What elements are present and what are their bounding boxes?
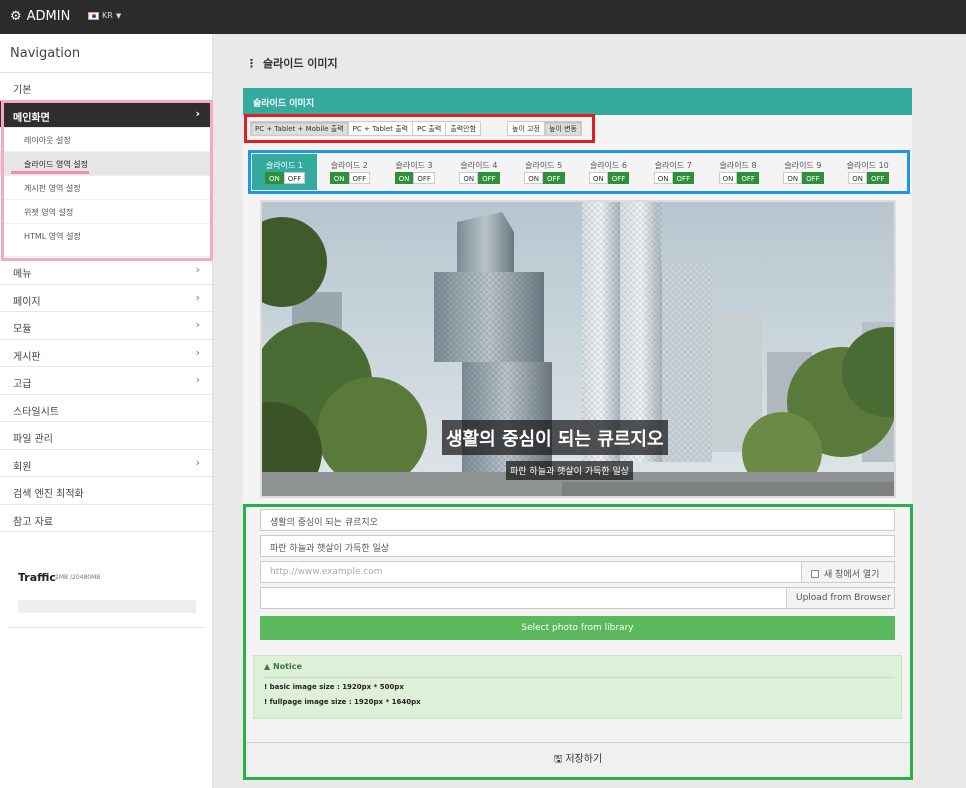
slide-caption-subtitle: 파란 하늘과 햇살이 가득한 일상 (506, 461, 634, 480)
select-photo-button[interactable]: Select photo from library (260, 616, 895, 640)
page-title: ⋮ 슬라이드 이미지 (246, 55, 338, 71)
sidebar-item-page[interactable]: 페이지 › (0, 285, 212, 312)
sidebar-item-label: 모듈 (13, 324, 32, 335)
language-selector[interactable]: KR ▼ (88, 11, 121, 20)
sidebar-item-main[interactable]: 메인화면 › (0, 100, 212, 128)
sidebar-item-stylesheet[interactable]: 스타일시트 (0, 395, 212, 422)
upload-button[interactable]: Upload from Browser (786, 587, 895, 609)
sidebar-subitem-layout[interactable]: 레이아웃 설정 (0, 128, 212, 152)
sidebar-item-files[interactable]: 파일 관리 (0, 422, 212, 450)
gears-icon: ⚙ (10, 9, 22, 24)
notice-title: ▲ Notice (264, 662, 302, 671)
sidebar-item-label: 게시판 (13, 351, 41, 363)
sidebar-title: Navigation (0, 34, 212, 73)
url-input[interactable]: http://www.example.com (260, 561, 802, 583)
sidebar-item-basic[interactable]: 기본 (0, 73, 212, 101)
new-window-label: 새 창에서 열기 (824, 570, 880, 580)
sidebar-item-advanced[interactable]: 고급 › (0, 367, 212, 395)
chevron-right-icon: › (195, 345, 200, 359)
sidebar-item-label: 고급 (13, 379, 32, 390)
sidebar-item-label: 검색 엔진 최적화 (13, 489, 84, 500)
sidebar-item-menu[interactable]: 메뉴 › (0, 257, 212, 285)
slide-caption-title: 생활의 중심이 되는 큐르지오 (442, 420, 668, 455)
subtitle-input[interactable]: 파란 하늘과 햇살이 가득한 일상 (260, 535, 895, 557)
sidebar-item-label: 메뉴 (13, 269, 32, 280)
notice-divider (264, 677, 894, 678)
sidebar-item-label: 파일 관리 (13, 434, 53, 445)
language-label: KR (102, 11, 113, 20)
save-button[interactable]: 🖫 저장하기 (246, 742, 910, 777)
chevron-right-icon: › (195, 106, 200, 120)
page-title-text: 슬라이드 이미지 (263, 57, 338, 70)
sidebar-subitem-widget[interactable]: 위젯 영역 설정 (0, 200, 212, 224)
sidebar-item-label: 기본 (13, 85, 32, 96)
highlight-box-red (244, 114, 595, 143)
title-input[interactable]: 생활의 중심이 되는 큐르지오 (260, 509, 895, 531)
vertical-dots-icon: ⋮ (246, 57, 257, 70)
sidebar-item-label: 참고 자료 (13, 516, 53, 528)
traffic-title: Traffic (18, 571, 56, 584)
chevron-right-icon: › (195, 455, 200, 469)
highlight-box-blue (248, 150, 910, 194)
sidebar: Navigation 기본 메인화면 › 레이아웃 설정 슬라이드 영역 설정 게… (0, 34, 213, 788)
sidebar-item-label: 페이지 (13, 296, 41, 308)
notice-line: ! basic image size : 1920px * 500px (264, 683, 404, 691)
sidebar-item-label: 스타일시트 (13, 406, 59, 418)
sidebar-item-label: 메인화면 (13, 112, 50, 124)
highlight-underline (11, 171, 89, 174)
traffic-usage: 2MB /20480MB (55, 574, 101, 581)
floppy-disk-icon: 🖫 (553, 754, 563, 765)
brand[interactable]: ⚙ ADMIN (10, 9, 70, 24)
caret-down-icon: ▼ (115, 11, 122, 20)
chevron-right-icon: › (195, 373, 200, 386)
checkbox-icon (811, 570, 819, 578)
chevron-right-icon: › (195, 290, 200, 304)
korea-flag-icon (88, 11, 99, 20)
top-bar: ⚙ ADMIN KR ▼ (0, 0, 966, 34)
sidebar-item-members[interactable]: 회원 › (0, 450, 212, 477)
save-label: 저장하기 (565, 754, 603, 765)
traffic-bar (18, 600, 196, 613)
new-window-checkbox[interactable]: 새 창에서 열기 (801, 561, 895, 583)
sidebar-item-board[interactable]: 게시판 › (0, 340, 212, 367)
sidebar-subitem-board[interactable]: 게시판 영역 설정 (0, 176, 212, 200)
warning-icon: ▲ (264, 662, 273, 671)
notice-line: ! fullpage image size : 1920px * 1640px (264, 698, 421, 706)
sidebar-item-label: 회원 (13, 461, 32, 473)
panel-header: 슬라이드 이미지 (243, 88, 912, 115)
brand-label: ADMIN (26, 9, 71, 24)
notice-box: ▲ Notice ! basic image size : 1920px * 5… (253, 655, 902, 719)
sidebar-item-module[interactable]: 모듈 › (0, 312, 212, 340)
chevron-right-icon: › (195, 263, 200, 276)
traffic-widget: Traffic 2MB /20480MB (8, 564, 204, 628)
sidebar-item-seo[interactable]: 검색 엔진 최적화 (0, 477, 212, 505)
sidebar-subitem-html[interactable]: HTML 영역 설정 (0, 224, 212, 257)
chevron-right-icon: › (195, 318, 200, 331)
notice-title-text: Notice (272, 662, 302, 671)
sidebar-item-reference[interactable]: 참고 자료 (0, 505, 212, 532)
upload-path-input[interactable] (260, 587, 787, 609)
